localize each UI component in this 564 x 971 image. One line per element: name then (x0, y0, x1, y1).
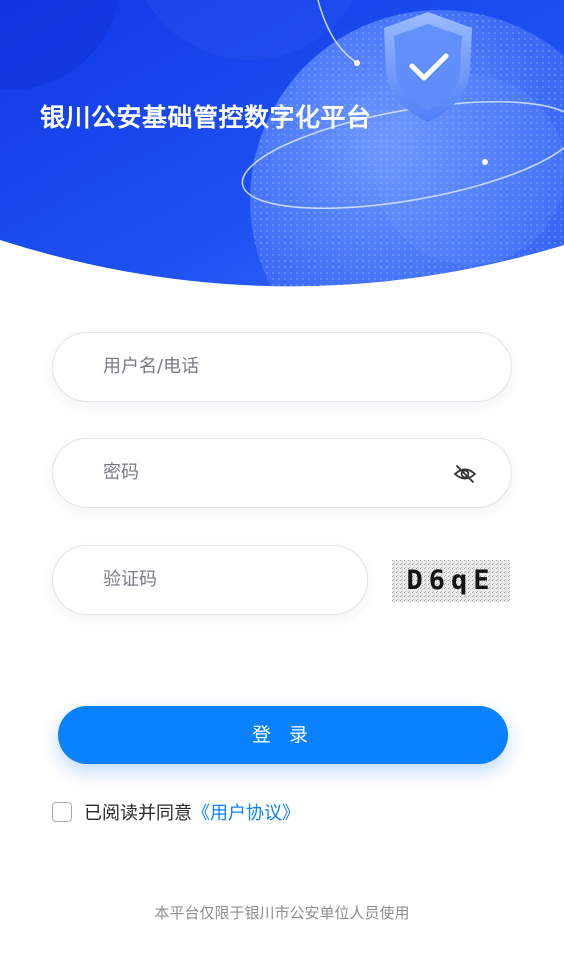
login-button[interactable]: 登 录 (58, 706, 508, 764)
user-agreement-link[interactable]: 《用户协议》 (192, 799, 300, 825)
password-field[interactable]: 密码 (52, 438, 512, 508)
header-background (0, 0, 564, 287)
app-title: 银川公安基础管控数字化平台 (40, 103, 372, 132)
captcha-field[interactable]: 验证码 (52, 545, 368, 615)
header-banner: 银川公安基础管控数字化平台 (0, 0, 564, 300)
agreement-text: 已阅读并同意 (84, 803, 192, 824)
password-placeholder: 密码 (103, 462, 139, 483)
agreement-checkbox[interactable] (52, 802, 72, 822)
username-field[interactable]: 用户名/电话 (52, 332, 512, 402)
captcha-code: D6qE (406, 565, 496, 596)
agreement-row: 已阅读并同意 《用户协议》 (52, 800, 300, 824)
username-placeholder: 用户名/电话 (103, 356, 200, 377)
footer-notice: 本平台仅限于银川市公安单位人员使用 (154, 904, 410, 922)
eye-off-icon[interactable] (453, 463, 477, 485)
captcha-image[interactable]: D6qE (392, 560, 510, 602)
captcha-placeholder: 验证码 (103, 569, 157, 590)
